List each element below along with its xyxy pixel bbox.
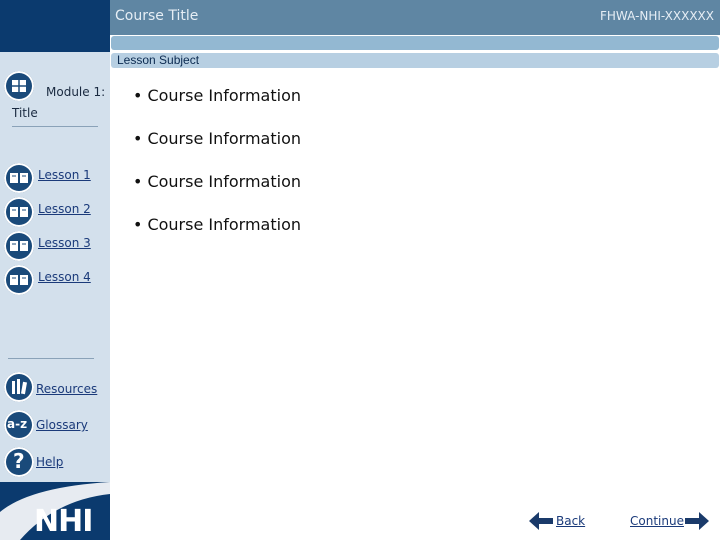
lesson-subject: Lesson Subject: [117, 53, 200, 67]
sub-header-bar: [111, 36, 719, 50]
content-bullet: • Course Information: [133, 215, 301, 234]
header-corner-block: [0, 0, 110, 52]
content-bullet: • Course Information: [133, 172, 301, 191]
help-icon[interactable]: ?: [4, 447, 34, 477]
continue-arrow-icon[interactable]: [685, 512, 709, 530]
sidebar-item-lesson-1[interactable]: Lesson 1: [38, 168, 91, 182]
bullet-text: Course Information: [147, 172, 301, 191]
sidebar-item-resources[interactable]: Resources: [36, 382, 97, 396]
bullet-text: Course Information: [147, 129, 301, 148]
nhi-logo: NHI: [0, 482, 110, 540]
glossary-icon-text: a-z: [7, 417, 28, 431]
glossary-icon[interactable]: a-z: [4, 410, 34, 440]
resources-icon[interactable]: [4, 372, 34, 402]
module-icon[interactable]: [4, 71, 34, 101]
lesson-subject-bar: Lesson Subject: [111, 53, 719, 68]
content-bullet: • Course Information: [133, 86, 301, 105]
help-icon-text: ?: [13, 449, 25, 473]
lesson-4-icon[interactable]: [4, 265, 34, 295]
continue-link[interactable]: Continue: [630, 514, 684, 528]
lesson-1-icon[interactable]: [4, 163, 34, 193]
back-arrow-icon[interactable]: [529, 512, 553, 530]
sidebar-item-lesson-2[interactable]: Lesson 2: [38, 202, 91, 216]
module-divider: [12, 126, 98, 127]
module-label: Module 1:: [46, 85, 106, 99]
course-code: FHWA-NHI-XXXXXX: [599, 9, 714, 23]
module-title: Title: [12, 106, 38, 120]
sidebar-item-help[interactable]: Help: [36, 455, 63, 469]
back-link[interactable]: Back: [556, 514, 585, 528]
sidebar-item-glossary[interactable]: Glossary: [36, 418, 88, 432]
content-bullet: • Course Information: [133, 129, 301, 148]
bullet-text: Course Information: [147, 215, 301, 234]
bullet-text: Course Information: [147, 86, 301, 105]
title-bar: Course Title FHWA-NHI-XXXXXX: [110, 0, 720, 35]
logo-text: NHI: [34, 504, 93, 539]
sidebar-item-lesson-3[interactable]: Lesson 3: [38, 236, 91, 250]
course-title: Course Title: [115, 8, 199, 24]
lessons-divider: [8, 358, 94, 359]
lesson-2-icon[interactable]: [4, 197, 34, 227]
lesson-3-icon[interactable]: [4, 231, 34, 261]
sidebar-item-lesson-4[interactable]: Lesson 4: [38, 270, 91, 284]
